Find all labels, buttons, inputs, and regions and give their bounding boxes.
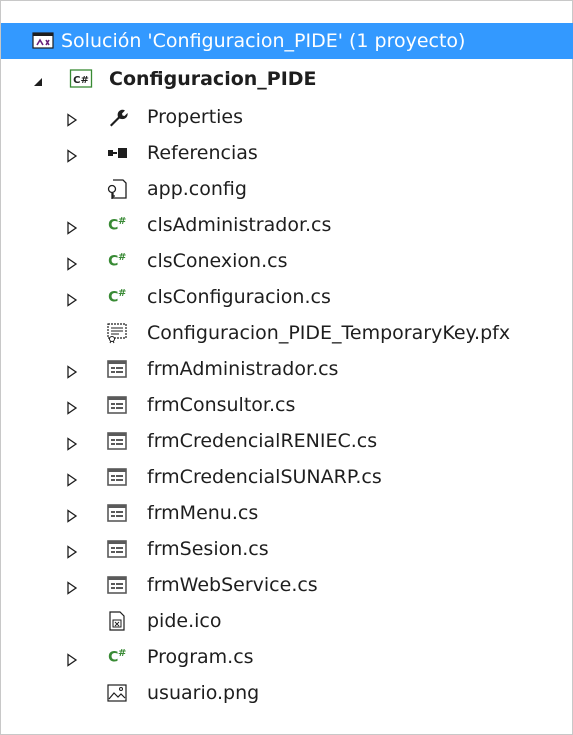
tree-item-label: clsAdministrador.cs (147, 214, 332, 236)
expand-arrow-icon[interactable] (66, 398, 80, 415)
tree-item[interactable]: frmMenu.cs (1, 495, 573, 531)
tree-item-label: frmMenu.cs (147, 502, 259, 524)
form-icon (105, 574, 129, 596)
tree-item-label: Properties (147, 106, 244, 128)
tree-item-label: frmConsultor.cs (147, 394, 296, 416)
form-icon (105, 394, 129, 416)
expand-arrow-icon[interactable] (66, 110, 80, 127)
solution-icon (31, 30, 55, 52)
tree-item[interactable]: frmCredencialSUNARP.cs (1, 459, 573, 495)
csharp-file-icon: C# (108, 288, 126, 306)
tree-item-label: app.config (147, 178, 247, 200)
expand-arrow-icon[interactable] (66, 290, 80, 307)
tree-item[interactable]: frmConsultor.cs (1, 387, 573, 423)
tree-item[interactable]: C# clsConexion.cs (1, 243, 573, 279)
tree-item[interactable]: frmAdministrador.cs (1, 351, 573, 387)
svg-text:C#: C# (73, 75, 89, 86)
expand-arrow-icon[interactable] (66, 506, 80, 523)
tree-item-label: Referencias (147, 142, 258, 164)
tree-item[interactable]: Properties (1, 99, 573, 135)
tree-item[interactable]: frmSesion.cs (1, 531, 573, 567)
expand-arrow-icon[interactable] (66, 218, 80, 235)
tree-item-label: Program.cs (147, 646, 254, 668)
image-file-icon (105, 682, 129, 704)
tree-item[interactable]: frmCredencialRENIEC.cs (1, 423, 573, 459)
csharp-file-icon: C# (108, 216, 126, 234)
expand-arrow-icon[interactable] (66, 578, 80, 595)
solution-explorer-panel: Solución 'Configuracion_PIDE' (1 proyect… (0, 0, 573, 735)
form-icon (105, 358, 129, 380)
tree-item[interactable]: app.config (1, 171, 573, 207)
tree-item-label: frmWebService.cs (147, 574, 318, 596)
certificate-key-icon (105, 322, 129, 344)
expand-arrow-icon[interactable] (66, 470, 80, 487)
tree-item[interactable]: Referencias (1, 135, 573, 171)
expand-arrow-icon[interactable] (66, 254, 80, 271)
wrench-icon (105, 106, 129, 128)
tree-item-label: frmSesion.cs (147, 538, 269, 560)
expand-arrow-icon[interactable] (66, 542, 80, 559)
csharp-file-icon: C# (108, 648, 126, 666)
expand-arrow-icon[interactable] (66, 434, 80, 451)
tree-item[interactable]: C# clsConfiguracion.cs (1, 279, 573, 315)
config-file-icon (105, 178, 129, 200)
form-icon (105, 502, 129, 524)
solution-tree: Solución 'Configuracion_PIDE' (1 proyect… (1, 1, 573, 711)
tree-item-solution[interactable]: Solución 'Configuracion_PIDE' (1 proyect… (1, 23, 573, 59)
expand-arrow-icon[interactable] (66, 650, 80, 667)
tree-item-label: Configuracion_PIDE_TemporaryKey.pfx (147, 322, 511, 344)
tree-item[interactable]: Configuracion_PIDE_TemporaryKey.pfx (1, 315, 573, 351)
tree-item-label: frmCredencialRENIEC.cs (147, 430, 378, 452)
csharp-file-icon: C# (108, 252, 126, 270)
tree-item[interactable]: frmWebService.cs (1, 567, 573, 603)
tree-item[interactable]: C# Program.cs (1, 639, 573, 675)
tree-item[interactable]: usuario.png (1, 675, 573, 711)
tree-item[interactable]: C# clsAdministrador.cs (1, 207, 573, 243)
solution-label: Solución 'Configuracion_PIDE' (1 proyect… (61, 30, 466, 52)
tree-item-label: pide.ico (147, 610, 222, 632)
form-icon (105, 430, 129, 452)
csharp-project-icon: C# (69, 68, 93, 90)
tree-item-label: usuario.png (147, 682, 260, 704)
references-icon (105, 142, 129, 164)
expand-arrow-icon[interactable] (66, 146, 80, 163)
expand-arrow-icon[interactable] (66, 362, 80, 379)
project-name: Configuracion_PIDE (109, 68, 317, 90)
tree-item-label: clsConfiguracion.cs (147, 286, 331, 308)
form-icon (105, 538, 129, 560)
tree-item-project[interactable]: C# Configuracion_PIDE (1, 59, 573, 99)
icon-file-icon (105, 610, 129, 632)
tree-item-label: frmAdministrador.cs (147, 358, 339, 380)
tree-item[interactable]: pide.ico (1, 603, 573, 639)
tree-item-label: frmCredencialSUNARP.cs (147, 466, 382, 488)
collapse-arrow-icon[interactable] (31, 72, 45, 86)
form-icon (105, 466, 129, 488)
project-items: Properties Referencias app.config C# clsAdmi… (1, 99, 573, 711)
tree-item-label: clsConexion.cs (147, 250, 288, 272)
